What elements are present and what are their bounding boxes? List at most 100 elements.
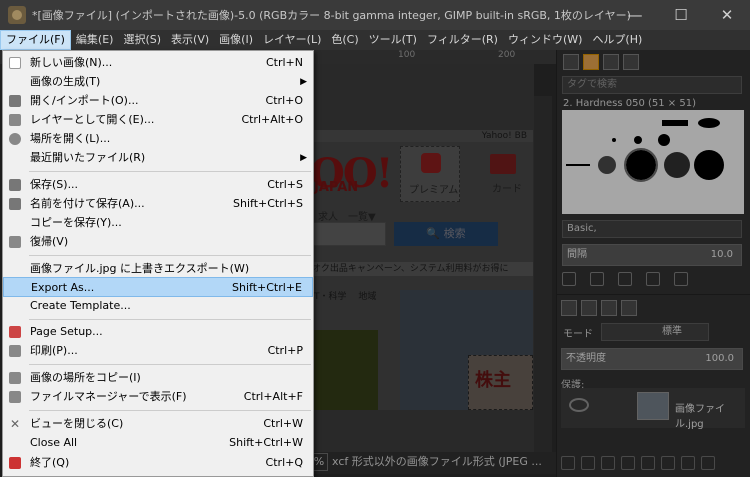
menu-item-label: レイヤーとして開く(E)... — [30, 113, 155, 126]
menu-item-open[interactable]: 開く/インポート(O)... Ctrl+O — [3, 91, 313, 111]
mask-layer-icon[interactable] — [681, 456, 695, 470]
menu-item-open-as-layers[interactable]: レイヤーとして開く(E)... Ctrl+Alt+O — [3, 110, 313, 130]
layer-actions — [561, 456, 747, 472]
menu-file[interactable]: ファイル(F) — [0, 30, 71, 50]
edit-brush-icon[interactable] — [562, 272, 576, 286]
layer-row[interactable]: 画像ファイル.jpg — [561, 388, 745, 430]
menu-item-create-template[interactable]: Create Template... — [3, 296, 313, 316]
brush-preview[interactable] — [698, 118, 720, 128]
tab-channels[interactable] — [581, 300, 597, 316]
brush-preview[interactable] — [694, 150, 724, 180]
anchor-layer-icon[interactable] — [661, 456, 675, 470]
menu-filters[interactable]: フィルター(R) — [422, 30, 503, 50]
tab-layers[interactable] — [561, 300, 577, 316]
brush-grid[interactable] — [562, 110, 744, 214]
menu-item-shortcut: Ctrl+Q — [265, 456, 303, 469]
menu-item-label: Page Setup... — [30, 325, 103, 338]
spacing-label: 間隔 — [567, 249, 587, 260]
opacity-slider[interactable]: 不透明度 100.0 — [561, 348, 743, 370]
new-group-icon[interactable] — [581, 456, 595, 470]
mode-label: モード — [563, 329, 593, 340]
new-image-icon — [9, 57, 21, 69]
layer-mode-row: モード 標準 — [561, 322, 747, 342]
menu-item-close-view[interactable]: ✕ ビューを閉じる(C) Ctrl+W — [3, 414, 313, 434]
tab-undo[interactable] — [621, 300, 637, 316]
menu-item-copy-location[interactable]: 画像の場所をコピー(I) — [3, 368, 313, 388]
menu-item-close-all[interactable]: Close All Shift+Ctrl+W — [3, 433, 313, 453]
menu-item-label: コピーを保存(Y)... — [30, 216, 122, 229]
menu-help[interactable]: ヘルプ(H) — [587, 30, 647, 50]
page-setup-icon — [9, 326, 21, 338]
menu-item-label: Close All — [30, 436, 78, 449]
menu-layer[interactable]: レイヤー(L) — [258, 30, 326, 50]
brush-preview[interactable] — [598, 156, 616, 174]
lower-layer-icon[interactable] — [621, 456, 635, 470]
menu-item-label: 最近開いたファイル(R) — [30, 151, 146, 164]
menu-item-create[interactable]: 画像の生成(T) ▶ — [3, 72, 313, 92]
menu-colors[interactable]: 色(C) — [326, 30, 363, 50]
maximize-button[interactable]: ☐ — [658, 0, 704, 30]
menu-item-export-as[interactable]: Export As... Shift+Ctrl+E — [3, 277, 313, 297]
file-manager-icon — [9, 391, 21, 403]
menu-item-new[interactable]: 新しい画像(N)... Ctrl+N — [3, 53, 313, 73]
window-title: *[画像ファイル] (インポートされた画像)-5.0 (RGBカラー 8-bit… — [32, 9, 632, 22]
gimp-app-icon — [8, 6, 26, 24]
brush-preview[interactable] — [634, 136, 642, 144]
opacity-value: 100.0 — [705, 353, 734, 364]
menu-item-label: Create Template... — [30, 299, 131, 312]
tab-patterns[interactable] — [583, 54, 599, 70]
menu-item-overwrite[interactable]: 画像ファイル.jpg に上書きエクスポート(W) — [3, 259, 313, 279]
menu-item-page-setup[interactable]: Page Setup... — [3, 322, 313, 342]
menu-item-label: 名前を付けて保存(A)... — [30, 197, 145, 210]
menu-windows[interactable]: ウィンドウ(W) — [503, 30, 587, 50]
spacing-slider[interactable]: 間隔 10.0 — [562, 244, 742, 266]
delete-brush-icon[interactable] — [646, 272, 660, 286]
image-canvas[interactable]: Yahoo! BB OO! JAPAN プレミアム カード 求人 一覧▼ 🔍 検… — [308, 130, 533, 410]
menu-item-save-copy[interactable]: コピーを保存(Y)... — [3, 213, 313, 233]
menu-item-open-recent[interactable]: 最近開いたファイル(R) ▶ — [3, 148, 313, 168]
new-brush-icon[interactable] — [590, 272, 604, 286]
layer-name[interactable]: 画像ファイル.jpg — [675, 400, 745, 430]
eye-icon[interactable] — [569, 398, 589, 412]
menu-tools[interactable]: ツール(T) — [364, 30, 422, 50]
menu-item-label: ビューを閉じる(C) — [30, 417, 124, 430]
brush-preview[interactable] — [662, 120, 688, 126]
menu-view[interactable]: 表示(V) — [166, 30, 214, 50]
refresh-brushes-icon[interactable] — [674, 272, 688, 286]
brush-preview[interactable] — [658, 134, 670, 146]
ruler-tick: 100 — [398, 50, 416, 60]
brush-preview[interactable] — [664, 152, 690, 178]
opacity-label: 不透明度 — [566, 353, 606, 364]
layer-mode-select[interactable]: 標準 — [601, 323, 709, 341]
delete-layer-icon[interactable] — [701, 456, 715, 470]
brush-preview[interactable] — [566, 164, 590, 166]
duplicate-layer-icon[interactable] — [641, 456, 655, 470]
menu-item-revert[interactable]: 復帰(V) — [3, 232, 313, 252]
menu-item-quit[interactable]: 終了(Q) Ctrl+Q — [3, 453, 313, 473]
tab-document-history[interactable] — [623, 54, 639, 70]
menu-item-save[interactable]: 保存(S)... Ctrl+S — [3, 175, 313, 195]
minimize-button[interactable]: — — [612, 0, 658, 30]
tag-search-input[interactable]: タグで検索 — [562, 76, 742, 94]
tab-paths[interactable] — [601, 300, 617, 316]
menu-image[interactable]: 画像(I) — [214, 30, 258, 50]
vertical-scrollbar[interactable] — [534, 96, 552, 454]
menu-item-print[interactable]: 印刷(P)... Ctrl+P — [3, 341, 313, 361]
brush-preview-selected[interactable] — [624, 148, 658, 182]
tab-fonts[interactable] — [603, 54, 619, 70]
duplicate-brush-icon[interactable] — [618, 272, 632, 286]
menu-item-shortcut: Ctrl+Alt+F — [243, 390, 303, 403]
brush-preset-select[interactable]: Basic, — [562, 220, 742, 238]
new-layer-icon[interactable] — [561, 456, 575, 470]
menu-item-open-location[interactable]: 場所を開く(L)... — [3, 129, 313, 149]
menu-select[interactable]: 選択(S) — [118, 30, 166, 50]
raise-layer-icon[interactable] — [601, 456, 615, 470]
brush-preview[interactable] — [612, 138, 616, 142]
menu-edit[interactable]: 編集(E) — [71, 30, 119, 50]
menu-item-label: 保存(S)... — [30, 178, 79, 191]
tab-brushes[interactable] — [563, 54, 579, 70]
menu-item-shortcut: Shift+Ctrl+S — [233, 197, 303, 210]
menu-item-save-as[interactable]: 名前を付けて保存(A)... Shift+Ctrl+S — [3, 194, 313, 214]
close-button[interactable]: ✕ — [704, 0, 750, 30]
menu-item-show-in-file-manager[interactable]: ファイルマネージャーで表示(F) Ctrl+Alt+F — [3, 387, 313, 407]
